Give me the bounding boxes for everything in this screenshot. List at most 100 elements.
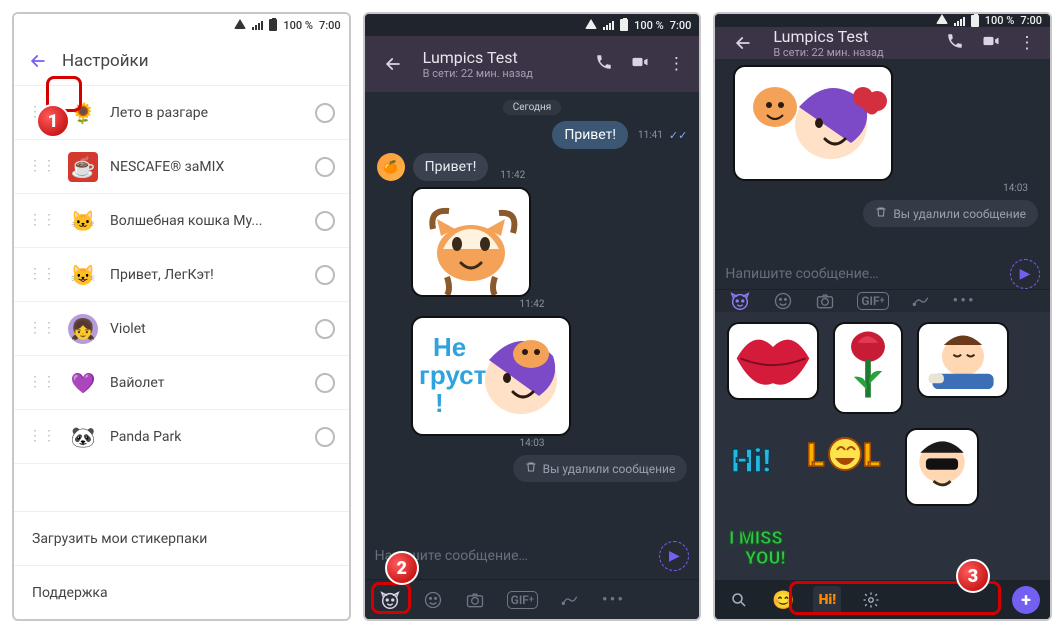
add-pack-button[interactable]: + <box>1012 586 1040 614</box>
signal-icon <box>603 20 614 30</box>
avatar[interactable]: 🍊 <box>377 153 405 181</box>
doodle-icon[interactable] <box>560 590 580 610</box>
stickers-icon[interactable] <box>729 290 751 312</box>
search-icon[interactable] <box>725 586 753 614</box>
pack-icon: 💜 <box>68 368 98 398</box>
delete-radio[interactable] <box>315 373 335 393</box>
emoji-icon[interactable] <box>423 590 443 610</box>
pack-name: Вайолет <box>110 375 303 391</box>
pack-row[interactable]: ⋮⋮ 👧 Violet <box>14 302 349 356</box>
battery-icon <box>971 15 979 27</box>
msg-time: 11:42 <box>500 170 525 181</box>
sticker-sleepy[interactable] <box>917 322 1009 398</box>
chat-title[interactable]: Lumpics Test <box>423 48 580 67</box>
incoming-message[interactable]: 🍊 Привет! 11:42 <box>377 153 526 181</box>
pack-row[interactable]: ⋮⋮ 💜 Вайолет <box>14 356 349 410</box>
pack-row[interactable]: ⋮⋮ 🐼 Panda Park <box>14 410 349 464</box>
drag-handle-icon[interactable]: ⋮⋮ <box>28 164 56 170</box>
pack-icon: 😺 <box>68 260 98 290</box>
status-bar: 100 % 7:00 <box>365 14 700 36</box>
delete-radio[interactable] <box>315 103 335 123</box>
drag-handle-icon[interactable]: ⋮⋮ <box>28 326 56 332</box>
pack-icon: 👧 <box>68 314 98 344</box>
pack-name: Лето в разгаре <box>110 105 303 121</box>
chat-title[interactable]: Lumpics Test <box>773 27 930 46</box>
camera-icon[interactable] <box>815 291 835 311</box>
drag-handle-icon[interactable]: ⋮⋮ <box>28 434 56 440</box>
doodle-icon[interactable] <box>911 291 931 311</box>
back-button[interactable] <box>22 45 54 77</box>
call-icon[interactable] <box>593 53 615 76</box>
more-icon[interactable]: ••• <box>602 590 625 610</box>
more-icon[interactable]: ••• <box>953 291 976 311</box>
drag-handle-icon[interactable]: ⋮⋮ <box>28 272 56 278</box>
delete-radio[interactable] <box>315 157 335 177</box>
chat-body[interactable]: 14:03 Вы удалили сообщение <box>715 59 1050 259</box>
pack-name: Panda Park <box>110 429 303 445</box>
chat-subtitle: В сети: 22 мин. назад <box>773 46 930 59</box>
sticker-rose[interactable] <box>833 322 903 414</box>
gif-icon[interactable]: GIF+ <box>507 591 538 609</box>
pack-row[interactable]: ⋮⋮ 🐱 Волшебная кошка Му... <box>14 194 349 248</box>
call-icon[interactable] <box>944 32 966 55</box>
sticker-grid[interactable]: Hi! LL I MISSYOU! <box>715 312 1050 580</box>
pack-icon: 🐼 <box>68 422 98 452</box>
pack-name: Привет, ЛегКэт! <box>110 267 303 283</box>
message-input[interactable]: Напишите сообщение… <box>725 266 1010 282</box>
back-button[interactable] <box>727 27 759 59</box>
drag-handle-icon[interactable]: ⋮⋮ <box>28 218 56 224</box>
signal-icon <box>252 20 263 30</box>
pack-name: Волшебная кошка Му... <box>110 213 303 229</box>
sticker-message[interactable] <box>733 65 893 181</box>
video-call-icon[interactable] <box>629 52 651 77</box>
svg-text:Hi!: Hi! <box>731 442 771 480</box>
deleted-message: Вы удалили сообщение <box>863 200 1038 227</box>
clock: 7:00 <box>670 19 692 32</box>
sticker-miss-you[interactable]: I MISSYOU! <box>727 520 837 570</box>
status-bar: 100 % 7:00 <box>14 14 349 36</box>
support-link[interactable]: Поддержка <box>14 565 349 619</box>
emoji-icon[interactable] <box>773 291 793 311</box>
gif-icon[interactable]: GIF+ <box>857 292 888 310</box>
screen-settings: 100 % 7:00 Настройки 1 ⋮⋮ 🌻 Лето в разга… <box>12 12 351 621</box>
delete-radio[interactable] <box>315 319 335 339</box>
delete-radio[interactable] <box>315 265 335 285</box>
drag-handle-icon[interactable]: ⋮⋮ <box>28 380 56 386</box>
sticker-lol[interactable]: LL <box>805 428 891 480</box>
video-call-icon[interactable] <box>980 31 1002 56</box>
pack-row[interactable]: ⋮⋮ 😺 Привет, ЛегКэт! <box>14 248 349 302</box>
sticker-lips[interactable] <box>727 322 819 400</box>
sticker-cool[interactable] <box>905 428 979 506</box>
read-ticks-icon: ✓✓ <box>669 129 687 142</box>
svg-text:YOU!: YOU! <box>744 548 785 569</box>
callout-2: 2 <box>385 551 421 587</box>
wifi-icon <box>585 19 597 32</box>
message-input-bar: Напишите сообщение… ▶ <box>715 259 1050 289</box>
back-button[interactable] <box>377 48 409 80</box>
menu-icon[interactable]: ⋮ <box>1016 33 1038 53</box>
menu-icon[interactable]: ⋮ <box>665 54 687 74</box>
sticker-hi[interactable]: Hi! <box>727 428 791 492</box>
date-chip: Сегодня <box>503 100 562 115</box>
pack-row[interactable]: ⋮⋮ ☕ NESCAFE® заMIX <box>14 140 349 194</box>
svg-text:L: L <box>863 436 880 474</box>
status-bar: 100 % 7:00 <box>715 14 1050 27</box>
trash-icon <box>875 206 887 221</box>
msg-time: 11:42 <box>520 299 545 310</box>
deleted-message: Вы удалили сообщение <box>513 455 688 482</box>
outgoing-message[interactable]: Привет! 11:41 ✓✓ <box>552 121 687 149</box>
download-my-packs[interactable]: Загрузить мои стикерпаки <box>14 511 349 565</box>
sticker-pack-list[interactable]: ⋮⋮ 🌻 Лето в разгаре ⋮⋮ ☕ NESCAFE® заMIX … <box>14 86 349 511</box>
voice-button[interactable]: ▶ <box>659 541 689 571</box>
sticker-message[interactable]: Не грусти ! <box>411 316 571 436</box>
callout-1: 1 <box>36 104 72 140</box>
sticker-message[interactable] <box>411 187 531 297</box>
delete-radio[interactable] <box>315 427 335 447</box>
delete-radio[interactable] <box>315 211 335 231</box>
pack-name: NESCAFE® заMIX <box>110 159 303 175</box>
camera-icon[interactable] <box>465 590 485 610</box>
battery-icon <box>620 19 628 31</box>
voice-button[interactable]: ▶ <box>1010 259 1040 289</box>
chat-body[interactable]: Сегодня Привет! 11:41 ✓✓ 🍊 Привет! 11:42 <box>365 92 700 533</box>
svg-text:!: ! <box>435 388 444 418</box>
